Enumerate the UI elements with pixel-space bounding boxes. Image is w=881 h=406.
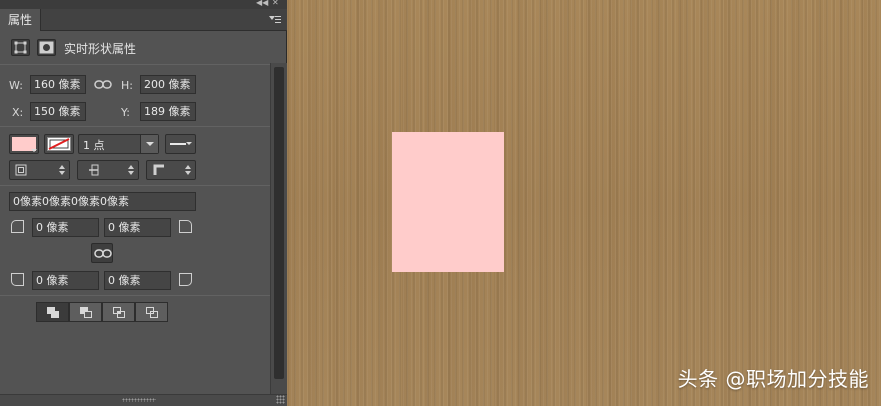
stroke-align-icon (15, 164, 27, 176)
subtract-shape-icon (80, 307, 92, 318)
stroke-width-dropdown[interactable]: 1 点 (78, 134, 159, 154)
chevron-down-icon (31, 149, 37, 152)
stroke-align-dropdown[interactable] (9, 160, 70, 180)
collapse-panel-icon[interactable]: ◀◀ (256, 0, 268, 8)
grip-dots-icon (122, 398, 156, 402)
close-panel-icon[interactable]: ✕ (272, 0, 279, 8)
properties-panel: ◀◀ ✕ 属性 实时形状属性 W: 160 像素 H: 200 像素 X: 15… (0, 0, 287, 406)
scrollbar-thumb[interactable] (274, 67, 284, 379)
corner-radius-all-field[interactable]: 0像素0像素0像素0像素 (9, 192, 196, 211)
combine-shapes-button[interactable] (36, 302, 69, 322)
stroke-cap-icon (89, 164, 99, 176)
divider (0, 295, 270, 296)
chevron-down-icon (186, 142, 192, 145)
up-down-arrows-icon (59, 165, 65, 175)
stroke-color-swatch[interactable] (44, 134, 74, 154)
properties-header: 实时形状属性 (0, 31, 287, 63)
no-stroke-icon (47, 137, 71, 151)
x-field[interactable]: 150 像素 (30, 102, 86, 121)
stroke-corner-icon (153, 164, 164, 175)
link-icon (94, 249, 112, 258)
divider (0, 126, 270, 127)
bottom-left-corner-icon (11, 273, 24, 286)
up-down-arrows-icon (128, 165, 134, 175)
width-label: W: (9, 79, 23, 92)
shape-transform-icon[interactable] (11, 39, 30, 56)
top-left-corner-icon (11, 220, 24, 233)
panel-tab-row: 属性 (0, 9, 287, 31)
solid-line-icon (170, 143, 186, 145)
stroke-cap-dropdown[interactable] (77, 160, 139, 180)
bottom-left-radius-field[interactable]: 0 像素 (32, 271, 99, 290)
height-field[interactable]: 200 像素 (140, 75, 196, 94)
divider (0, 185, 270, 186)
combine-shapes-icon (47, 307, 59, 318)
tab-properties[interactable]: 属性 (0, 9, 42, 31)
y-field[interactable]: 189 像素 (140, 102, 196, 121)
divider (0, 64, 270, 65)
panel-scrollbar[interactable] (270, 63, 287, 406)
width-field[interactable]: 160 像素 (30, 75, 86, 94)
rectangle-shape[interactable] (392, 132, 504, 272)
top-left-radius-field[interactable]: 0 像素 (32, 218, 99, 237)
panel-title: 实时形状属性 (64, 42, 137, 56)
top-right-corner-icon (179, 220, 192, 233)
x-label: X: (12, 106, 24, 119)
resize-grip-icon[interactable] (276, 395, 285, 404)
bottom-right-radius-field[interactable]: 0 像素 (104, 271, 171, 290)
panel-bottom-grip[interactable] (0, 394, 287, 406)
watermark-text: 头条 @职场加分技能 (677, 367, 869, 391)
y-label: Y: (121, 106, 130, 119)
panel-top-bar: ◀◀ ✕ (0, 0, 287, 9)
mask-icon[interactable] (37, 39, 56, 56)
intersect-shapes-button[interactable] (102, 302, 135, 322)
bottom-right-corner-icon (179, 273, 192, 286)
stroke-width-value: 1 点 (83, 139, 105, 152)
document-canvas[interactable]: 头条 @职场加分技能 (287, 0, 881, 406)
stroke-corner-dropdown[interactable] (146, 160, 196, 180)
exclude-overlapping-shapes-button[interactable] (135, 302, 168, 322)
intersect-shape-icon (113, 307, 125, 318)
top-right-radius-field[interactable]: 0 像素 (104, 218, 171, 237)
up-down-arrows-icon (185, 165, 191, 175)
panel-menu-icon[interactable] (269, 15, 281, 24)
subtract-front-shape-button[interactable] (69, 302, 102, 322)
link-corners-button[interactable] (91, 243, 113, 263)
chevron-down-icon[interactable] (140, 135, 158, 153)
exclude-shape-icon (146, 307, 158, 318)
stroke-type-dropdown[interactable] (165, 134, 196, 154)
fill-color-swatch[interactable] (9, 134, 39, 154)
link-dimensions-icon[interactable] (94, 78, 112, 92)
height-label: H: (121, 79, 133, 92)
